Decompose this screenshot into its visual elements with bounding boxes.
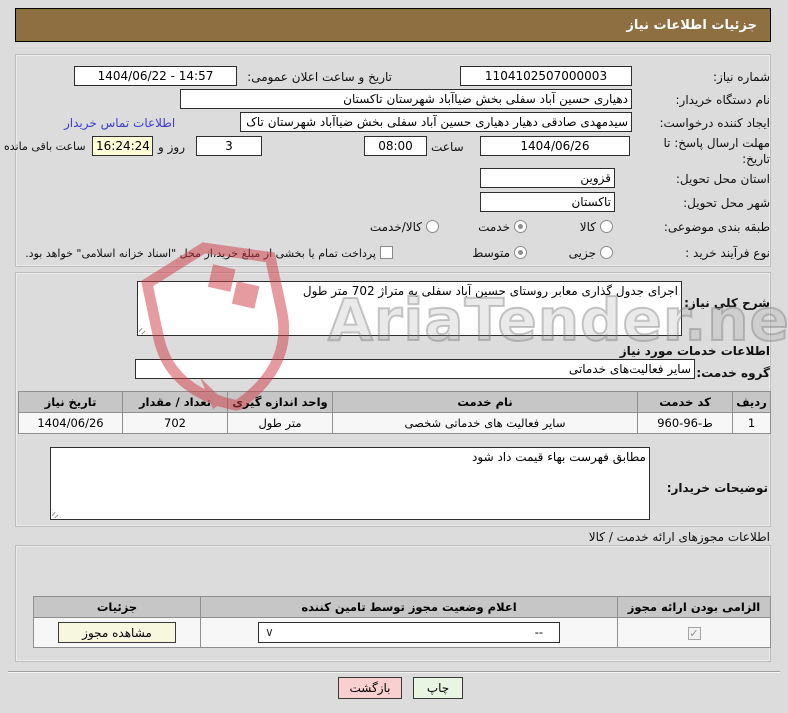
radio-partial[interactable] bbox=[600, 246, 613, 259]
need-number-label: شماره نیاز: bbox=[713, 70, 770, 84]
city-field[interactable] bbox=[480, 192, 615, 212]
creator-label: ایجاد کننده درخواست: bbox=[659, 116, 770, 130]
service-row: 1 960-96-ط سایر فعالیت های خدماتی شخصی م… bbox=[18, 412, 771, 434]
cell-unit: متر طول bbox=[227, 412, 333, 434]
permit-status-value: -- bbox=[534, 625, 543, 639]
cell-permit-details: مشاهده مجوز bbox=[33, 617, 201, 648]
view-permit-button[interactable]: مشاهده مجوز bbox=[58, 622, 176, 643]
cell-need-date: 1404/06/26 bbox=[18, 412, 123, 434]
classification-label: طبقه بندی موضوعی: bbox=[663, 220, 770, 234]
radio-goods-service[interactable] bbox=[426, 220, 439, 233]
treasury-checkbox[interactable] bbox=[380, 246, 393, 259]
service-group-field[interactable] bbox=[135, 359, 695, 379]
cell-permit-mandatory bbox=[617, 617, 771, 648]
print-button[interactable]: چاپ bbox=[413, 677, 463, 699]
cell-permit-status: ∨ -- bbox=[200, 617, 618, 648]
need-desc-label: شرح کلي نیاز: bbox=[684, 296, 770, 310]
page-title-bar: جزئیات اطلاعات نیاز bbox=[15, 8, 771, 42]
radio-service[interactable] bbox=[514, 220, 527, 233]
col-service-code: کد خدمت bbox=[637, 391, 733, 413]
radio-goods[interactable] bbox=[600, 220, 613, 233]
deadline-date-field[interactable] bbox=[480, 136, 630, 156]
radio-partial-label: جزیی bbox=[568, 246, 596, 260]
announce-datetime-label: تاریخ و ساعت اعلان عمومی: bbox=[247, 70, 392, 84]
buyer-org-label: نام دستگاه خریدار: bbox=[675, 93, 771, 107]
services-table: ردیف کد خدمت نام خدمت واحد اندازه گیری ت… bbox=[18, 391, 771, 434]
permits-table: الزامی بودن ارائه مجوز اعلام وضعیت مجوز … bbox=[33, 596, 771, 648]
col-permit-mandatory: الزامی بودن ارائه مجوز bbox=[617, 596, 771, 618]
back-button[interactable]: بازگشت bbox=[338, 677, 402, 699]
cell-row-number: 1 bbox=[732, 412, 771, 434]
cell-service-name: سایر فعالیت های خدماتی شخصی bbox=[332, 412, 638, 434]
province-field[interactable] bbox=[480, 168, 615, 188]
col-row-number: ردیف bbox=[732, 391, 771, 413]
permits-table-header-row: الزامی بودن ارائه مجوز اعلام وضعیت مجوز … bbox=[33, 596, 771, 618]
time-remaining-field[interactable] bbox=[92, 136, 153, 156]
buyer-notes-label: توضیحات خریدار: bbox=[666, 481, 768, 495]
deadline-hour-field[interactable] bbox=[364, 136, 427, 156]
permit-row: ∨ -- مشاهده مجوز bbox=[33, 617, 771, 648]
need-number-field[interactable] bbox=[460, 66, 632, 86]
need-desc-textarea[interactable]: اجرای جدول گذاری معابر روستای حسین آباد … bbox=[137, 281, 682, 336]
services-section-title: اطلاعات خدمات مورد نیاز bbox=[619, 344, 770, 358]
permit-status-select[interactable]: ∨ -- bbox=[258, 622, 560, 643]
announce-datetime-field[interactable] bbox=[74, 66, 237, 86]
services-table-header-row: ردیف کد خدمت نام خدمت واحد اندازه گیری ت… bbox=[18, 391, 771, 413]
buyer-org-field[interactable] bbox=[180, 89, 632, 109]
page-title: جزئیات اطلاعات نیاز bbox=[626, 17, 757, 33]
col-service-name: نام خدمت bbox=[332, 391, 638, 413]
remaining-label: ساعت باقی مانده bbox=[4, 140, 86, 153]
col-permit-status: اعلام وضعیت مجوز توسط تامین کننده bbox=[200, 596, 618, 618]
radio-service-label: خدمت bbox=[478, 220, 510, 234]
col-unit: واحد اندازه گیری bbox=[227, 391, 333, 413]
creator-field[interactable] bbox=[240, 112, 632, 132]
deadline-label: مهلت ارسال پاسخ: تا تاریخ: bbox=[663, 136, 770, 166]
city-label: شهر محل تحویل: bbox=[683, 196, 770, 210]
radio-medium-label: متوسط bbox=[472, 246, 510, 260]
days-remaining-field[interactable] bbox=[196, 136, 262, 156]
radio-medium[interactable] bbox=[514, 246, 527, 259]
days-label: روز و bbox=[158, 140, 185, 154]
process-type-label: نوع فرآیند خرید : bbox=[685, 246, 770, 260]
radio-goods-service-label: کالا/خدمت bbox=[369, 220, 422, 234]
col-need-date: تاریخ نیاز bbox=[18, 391, 123, 413]
footer-divider bbox=[8, 671, 780, 673]
province-label: استان محل تحویل: bbox=[675, 172, 770, 186]
cell-quantity: 702 bbox=[122, 412, 228, 434]
need-details-page: جزئیات اطلاعات نیاز شماره نیاز: تاریخ و … bbox=[0, 0, 788, 713]
buyer-notes-textarea[interactable]: مطابق فهرست بهاء قیمت داد شود bbox=[50, 447, 650, 520]
service-group-label: گروه خدمت: bbox=[696, 366, 770, 380]
col-quantity: تعداد / مقدار bbox=[122, 391, 228, 413]
deadline-hour-label: ساعت bbox=[431, 140, 464, 154]
col-permit-details: جزئیات bbox=[33, 596, 201, 618]
buyer-contact-link[interactable]: اطلاعات تماس خریدار bbox=[64, 116, 175, 130]
mandatory-permit-checkbox[interactable] bbox=[687, 626, 701, 640]
cell-service-code: 960-96-ط bbox=[637, 412, 733, 434]
radio-goods-label: کالا bbox=[579, 220, 596, 234]
treasury-checkbox-label: پرداخت تمام یا بخشی از مبلغ خرید،از محل … bbox=[25, 247, 376, 260]
chevron-down-icon: ∨ bbox=[265, 625, 274, 639]
permits-section-title: اطلاعات مجوزهای ارائه خدمت / کالا bbox=[588, 530, 770, 544]
